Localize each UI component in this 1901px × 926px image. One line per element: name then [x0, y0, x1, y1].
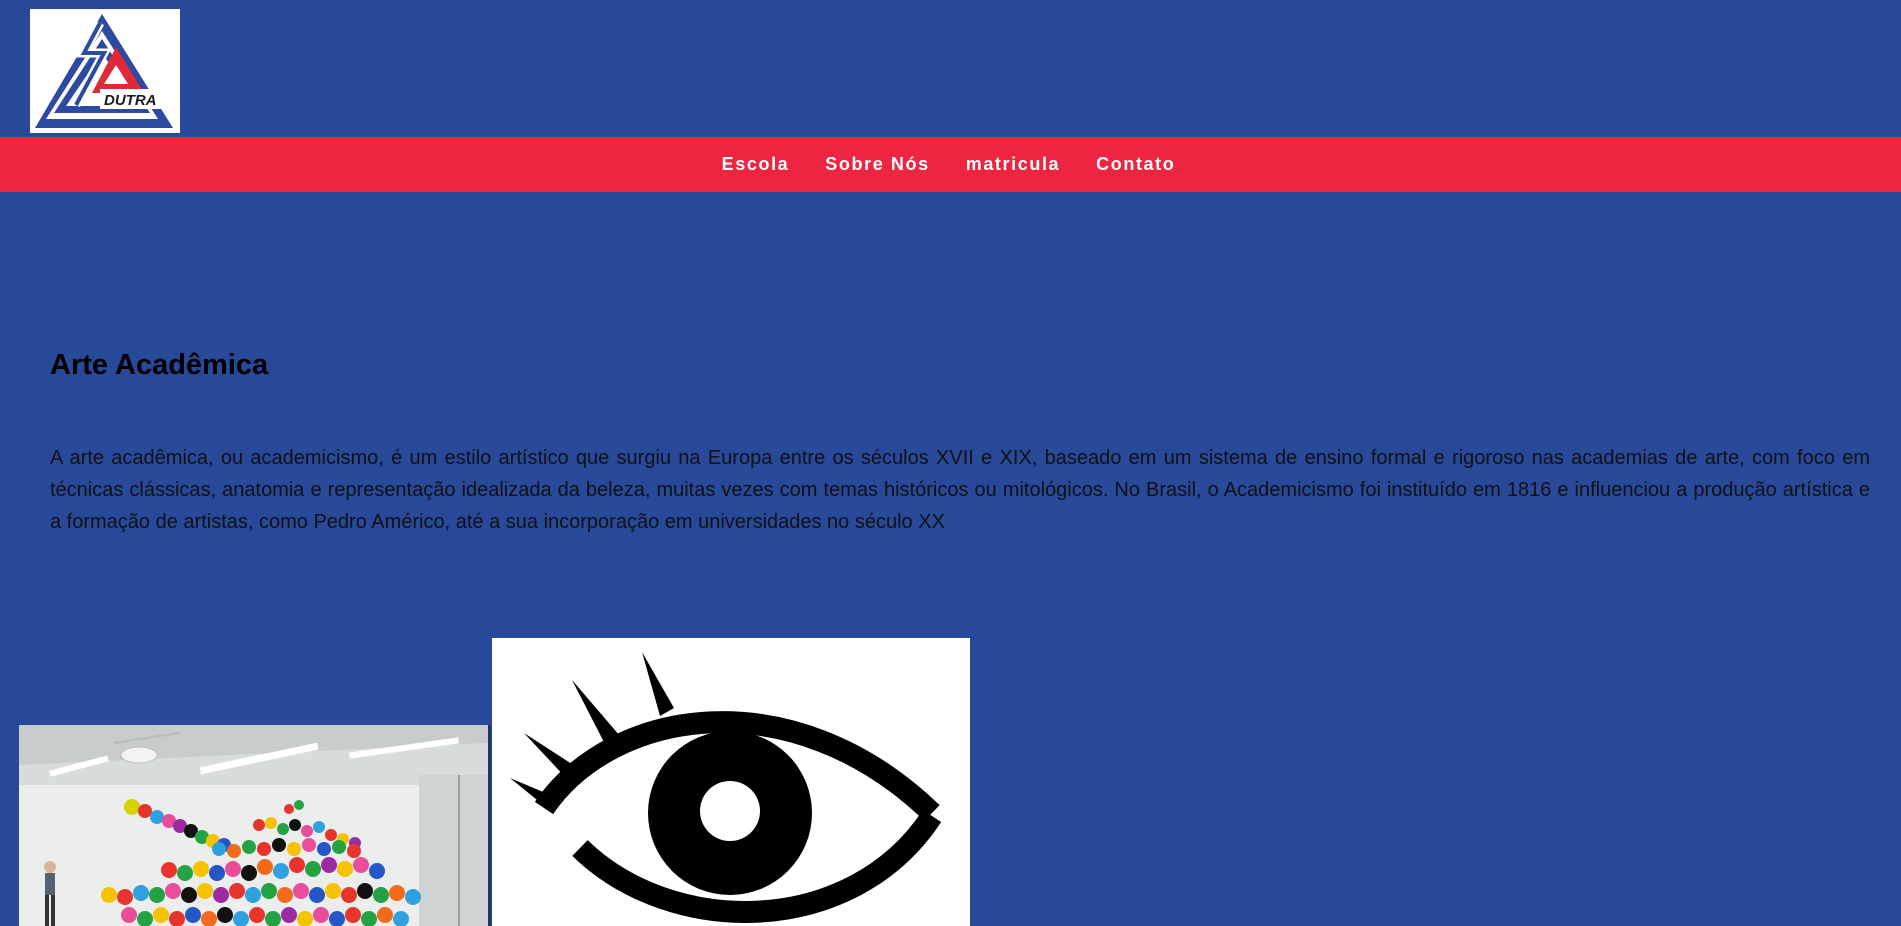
main-content: Arte Acadêmica A arte acadêmica, ou acad… [50, 345, 1870, 533]
nav-bar: Escola Sobre Nós matricula Contato [0, 137, 1901, 192]
balloons-picture [19, 725, 488, 926]
page: DUTRA Escola Sobre Nós matricula Contato… [0, 0, 1901, 926]
intro-paragraph: A arte acadêmica, ou academicismo, é um … [50, 447, 1870, 533]
eye-icon [492, 638, 970, 926]
nav-item-escola[interactable]: Escola [704, 154, 808, 174]
page-title: Arte Acadêmica [50, 349, 269, 381]
nav-item-matricula[interactable]: matricula [948, 154, 1078, 174]
nav-item-sobre-nos[interactable]: Sobre Nós [807, 154, 947, 174]
balloons-image [19, 725, 491, 926]
nav-item-contato[interactable]: Contato [1078, 154, 1193, 174]
header: DUTRA [0, 0, 1901, 137]
eye-image [492, 638, 970, 926]
logo[interactable]: DUTRA [30, 9, 180, 133]
nav-list: Escola Sobre Nós matricula Contato [704, 154, 1194, 175]
logo-text: DUTRA [104, 92, 157, 109]
logo-icon: DUTRA [30, 9, 180, 133]
